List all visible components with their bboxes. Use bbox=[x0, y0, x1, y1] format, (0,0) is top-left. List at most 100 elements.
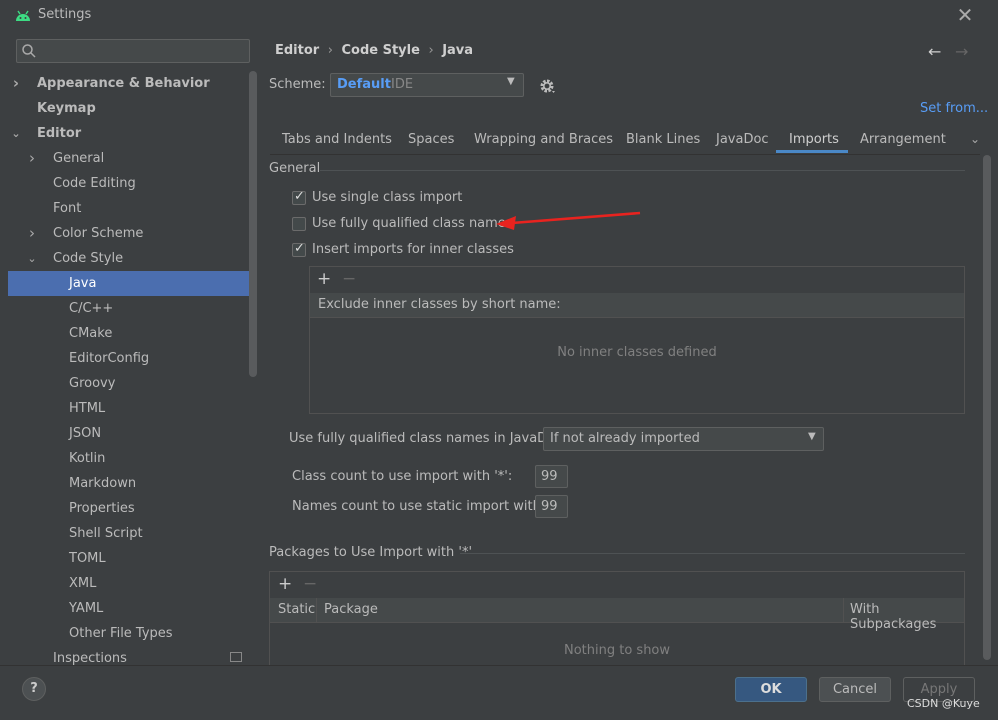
add-icon[interactable]: + bbox=[317, 269, 331, 289]
general-section-title: General bbox=[269, 161, 321, 176]
remove-icon[interactable]: − bbox=[342, 269, 356, 289]
class-count-input[interactable]: 99 bbox=[535, 465, 568, 488]
column-with-subpackages[interactable]: With Subpackages bbox=[850, 602, 964, 632]
chevron-right-icon[interactable]: › bbox=[10, 71, 22, 96]
sidebar-item-label: Code Style bbox=[53, 251, 124, 266]
inner-classes-empty-text: No inner classes defined bbox=[557, 345, 717, 360]
sidebar-item-label: C/C++ bbox=[69, 301, 114, 316]
search-input[interactable] bbox=[16, 39, 250, 63]
sidebar-scrollbar[interactable] bbox=[249, 71, 257, 377]
android-icon bbox=[16, 10, 30, 21]
chevron-down-icon: ▼ bbox=[808, 431, 816, 442]
active-tab-indicator bbox=[776, 150, 848, 153]
inner-classes-label[interactable]: Insert imports for inner classes bbox=[312, 242, 514, 257]
scheme-select[interactable]: Default IDE ▼ bbox=[330, 73, 524, 97]
single-class-import-checkbox[interactable] bbox=[292, 189, 306, 205]
tab-imports[interactable]: Imports bbox=[789, 132, 839, 147]
sidebar-item-label: Other File Types bbox=[69, 626, 173, 641]
back-arrow-icon[interactable]: ← bbox=[928, 42, 941, 61]
sidebar-item-groovy[interactable]: Groovy bbox=[8, 371, 250, 396]
sidebar-item-label: TOML bbox=[69, 551, 106, 566]
packages-table: + − Static Package With Subpackages Noth… bbox=[269, 571, 965, 665]
sidebar-item-shell-script[interactable]: Shell Script bbox=[8, 521, 250, 546]
set-from-link[interactable]: Set from... bbox=[920, 101, 988, 116]
breadcrumb-editor[interactable]: Editor bbox=[275, 43, 319, 58]
close-icon[interactable]: ✕ bbox=[952, 4, 978, 26]
sidebar-item-markdown[interactable]: Markdown bbox=[8, 471, 250, 496]
content-scrollbar[interactable] bbox=[983, 155, 991, 660]
sidebar-item-kotlin[interactable]: Kotlin bbox=[8, 446, 250, 471]
gear-icon[interactable] bbox=[538, 77, 556, 95]
sidebar-item-editor[interactable]: ⌄ Editor bbox=[8, 121, 250, 146]
tab-bar: Tabs and Indents Spaces Wrapping and Bra… bbox=[270, 127, 980, 155]
sidebar-item-toml[interactable]: TOML bbox=[8, 546, 250, 571]
sidebar-item-xml[interactable]: XML bbox=[8, 571, 250, 596]
sidebar-item-keymap[interactable]: Keymap bbox=[8, 96, 250, 121]
fq-javadoc-value: If not already imported bbox=[550, 431, 700, 446]
breadcrumb-separator: › bbox=[327, 43, 333, 58]
column-package[interactable]: Package bbox=[324, 602, 378, 617]
remove-icon[interactable]: − bbox=[303, 574, 317, 594]
inner-classes-table: + − Exclude inner classes by short name:… bbox=[309, 266, 965, 414]
tab-arrangement[interactable]: Arrangement bbox=[860, 132, 946, 147]
sidebar-item-label: General bbox=[53, 151, 105, 166]
sidebar-item-font[interactable]: Font bbox=[8, 196, 250, 221]
sidebar-item-label: Code Editing bbox=[53, 176, 136, 191]
sidebar-item-appearance-behavior[interactable]: › Appearance & Behavior bbox=[8, 71, 250, 96]
column-static[interactable]: Static bbox=[278, 602, 315, 617]
scheme-value: Default bbox=[337, 77, 391, 92]
sidebar-item-yaml[interactable]: YAML bbox=[8, 596, 250, 621]
sidebar-item-label: Shell Script bbox=[69, 526, 143, 541]
fq-javadoc-select[interactable]: If not already imported ▼ bbox=[543, 427, 824, 451]
sidebar-item-general[interactable]: › General bbox=[8, 146, 250, 171]
sidebar-item-label: YAML bbox=[69, 601, 104, 616]
inner-classes-checkbox[interactable] bbox=[292, 241, 306, 257]
sidebar-item-label: CMake bbox=[69, 326, 113, 341]
sidebar-item-c-c[interactable]: C/C++ bbox=[8, 296, 250, 321]
chevron-right-icon[interactable]: › bbox=[26, 146, 38, 171]
single-class-import-label[interactable]: Use single class import bbox=[312, 190, 462, 205]
sidebar-item-properties[interactable]: Properties bbox=[8, 496, 250, 521]
fq-javadoc-label: Use fully qualified class names in JavaD… bbox=[289, 431, 567, 446]
packages-section-title: Packages to Use Import with '*' bbox=[269, 545, 473, 560]
tab-wrapping-and-braces[interactable]: Wrapping and Braces bbox=[474, 132, 613, 147]
tab-spaces[interactable]: Spaces bbox=[408, 132, 454, 147]
sidebar-item-html[interactable]: HTML bbox=[8, 396, 250, 421]
sidebar-item-code-editing[interactable]: Code Editing bbox=[8, 171, 250, 196]
names-count-input[interactable]: 99 bbox=[535, 495, 568, 518]
column-separator bbox=[843, 598, 844, 623]
fully-qualified-checkbox[interactable] bbox=[292, 217, 306, 231]
sidebar-item-java[interactable]: Java bbox=[8, 271, 250, 296]
sidebar-item-label: Kotlin bbox=[69, 451, 106, 466]
ok-button[interactable]: OK bbox=[735, 677, 807, 702]
sidebar-item-code-style[interactable]: ⌄ Code Style bbox=[8, 246, 250, 271]
sidebar-item-json[interactable]: JSON bbox=[8, 421, 250, 446]
breadcrumb-code-style[interactable]: Code Style bbox=[341, 43, 419, 58]
cancel-button[interactable]: Cancel bbox=[819, 677, 891, 702]
chevron-down-icon: ▼ bbox=[507, 76, 515, 87]
add-icon[interactable]: + bbox=[278, 574, 292, 594]
chevron-down-icon[interactable]: ⌄ bbox=[970, 132, 980, 146]
sidebar-item-inspections[interactable]: Inspections bbox=[8, 646, 250, 665]
chevron-down-icon[interactable]: ⌄ bbox=[26, 246, 38, 271]
window-title: Settings bbox=[38, 7, 92, 22]
settings-tree: › Appearance & Behavior Keymap ⌄ Editor › Gene… bbox=[8, 71, 250, 665]
chevron-right-icon[interactable]: › bbox=[26, 221, 38, 246]
section-divider bbox=[460, 553, 965, 554]
help-button[interactable]: ? bbox=[22, 677, 46, 701]
fully-qualified-label[interactable]: Use fully qualified class names bbox=[312, 216, 513, 231]
forward-arrow-icon[interactable]: → bbox=[955, 42, 968, 61]
sidebar-item-color-scheme[interactable]: › Color Scheme bbox=[8, 221, 250, 246]
sidebar-item-label: Editor bbox=[37, 126, 82, 141]
sidebar-item-editorconfig[interactable]: EditorConfig bbox=[8, 346, 250, 371]
tab-tabs-and-indents[interactable]: Tabs and Indents bbox=[282, 132, 392, 147]
chevron-down-icon[interactable]: ⌄ bbox=[10, 121, 22, 146]
sidebar-item-label: Color Scheme bbox=[53, 226, 144, 241]
sidebar-item-label: Font bbox=[53, 201, 82, 216]
sidebar-item-other-file-types[interactable]: Other File Types bbox=[8, 621, 250, 646]
sidebar-item-cmake[interactable]: CMake bbox=[8, 321, 250, 346]
tab-javadoc[interactable]: JavaDoc bbox=[716, 132, 769, 147]
class-count-label: Class count to use import with '*': bbox=[292, 469, 513, 484]
tab-blank-lines[interactable]: Blank Lines bbox=[626, 132, 700, 147]
search-icon bbox=[22, 44, 36, 58]
